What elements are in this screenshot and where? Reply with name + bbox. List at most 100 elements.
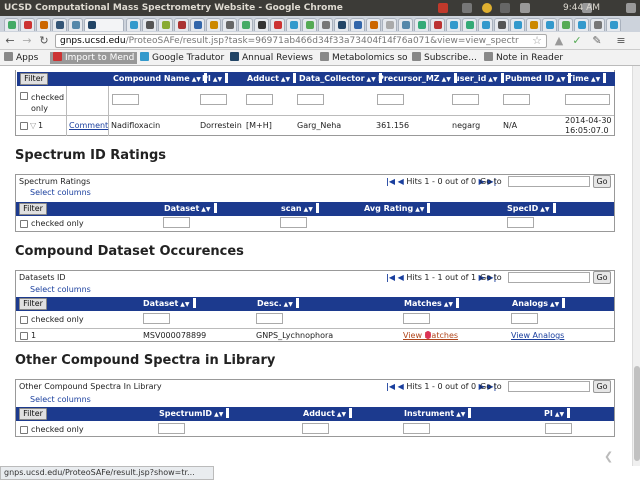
filter-compound-name-input[interactable] (112, 94, 139, 105)
keyboard-icon[interactable] (500, 3, 510, 13)
select-columns-link[interactable]: Select columns (30, 188, 91, 197)
col-precursor-mz[interactable]: Precursor_MZ ▲▼ (375, 72, 457, 86)
column-resize-handle[interactable] (456, 298, 460, 308)
tab[interactable] (590, 18, 605, 31)
filter-scan-input[interactable] (280, 217, 307, 228)
col-instrument[interactable]: Instrument ▲▼ (401, 407, 472, 421)
column-resize-handle[interactable] (603, 73, 607, 83)
row-checkbox[interactable] (20, 332, 28, 340)
row-checkbox[interactable] (20, 122, 28, 130)
goto-page-input[interactable] (508, 381, 590, 392)
col-spectrumid[interactable]: SpectrumID ▲▼ (156, 407, 230, 421)
col-dataset[interactable]: Dataset ▲▼ (140, 297, 196, 311)
goto-page-input[interactable] (508, 272, 590, 283)
tab[interactable] (526, 18, 541, 31)
mail-icon[interactable] (438, 3, 448, 13)
tab[interactable] (542, 18, 557, 31)
column-resize-handle[interactable] (552, 203, 556, 213)
col-avg-rating[interactable]: Avg Rating ▲▼ (361, 202, 431, 216)
address-bar[interactable]: gnps.ucsd.edu/ProteoSAFe/result.jsp?task… (55, 34, 547, 48)
go-button[interactable]: Go (593, 380, 611, 393)
tab[interactable] (174, 18, 189, 31)
bookmark-star-icon[interactable]: ☆ (530, 34, 544, 48)
tab[interactable] (222, 18, 237, 31)
tab[interactable] (36, 18, 51, 31)
tab[interactable] (574, 18, 589, 31)
col-data-collector[interactable]: Data_Collector ▲▼ (296, 72, 382, 86)
checked-only-checkbox[interactable] (20, 92, 28, 100)
extension-icon[interactable]: ▲ (552, 34, 566, 48)
power-icon[interactable] (626, 3, 636, 13)
filter-spectrumid-input[interactable] (158, 423, 185, 434)
column-resize-handle[interactable] (427, 203, 431, 213)
bookmark-metabolomics[interactable]: Metabolomics so (320, 52, 408, 64)
bookmark-import-to-mendeley[interactable]: Import to Mend (50, 52, 138, 64)
filter-analogs-input[interactable] (511, 313, 538, 324)
column-resize-handle[interactable] (567, 408, 571, 418)
filter-instrument-input[interactable] (403, 423, 430, 434)
tab[interactable] (68, 18, 83, 31)
filter-precursor-mz-input[interactable] (377, 94, 404, 105)
col-specid[interactable]: SpecID ▲▼ (504, 202, 556, 216)
col-compound-name[interactable]: Compound Name ▲▼ (110, 72, 207, 86)
tab[interactable] (446, 18, 461, 31)
tab[interactable] (398, 18, 413, 31)
pen-extension-icon[interactable]: ✎ (590, 34, 604, 48)
bookmark-annual-reviews[interactable]: Annual Reviews (230, 52, 313, 64)
tab[interactable] (142, 18, 157, 31)
checked-only-checkbox[interactable] (20, 220, 28, 228)
tab[interactable] (4, 18, 19, 31)
tab-active[interactable] (84, 18, 124, 31)
column-resize-handle[interactable] (192, 298, 196, 308)
filter-button[interactable]: Filter (20, 73, 48, 85)
column-resize-handle[interactable] (226, 408, 230, 418)
column-resize-handle[interactable] (295, 298, 299, 308)
tab[interactable] (430, 18, 445, 31)
filter-pi-input[interactable] (200, 94, 227, 105)
tab[interactable] (478, 18, 493, 31)
select-columns-link[interactable]: Select columns (30, 395, 91, 404)
tab[interactable] (334, 18, 349, 31)
tab[interactable] (510, 18, 525, 31)
checked-only-checkbox[interactable] (20, 426, 28, 434)
col-user-id[interactable]: user_id ▲▼ (451, 72, 504, 86)
col-pubmed-id[interactable]: Pubmed ID ▲▼ (502, 72, 572, 86)
tab[interactable] (270, 18, 285, 31)
first-page-icon[interactable]: |◀ (386, 177, 395, 186)
tab[interactable] (350, 18, 365, 31)
column-resize-handle[interactable] (213, 203, 217, 213)
col-scan[interactable]: scan ▲▼ (278, 202, 319, 216)
bookmark-apps[interactable]: Apps (4, 52, 38, 64)
col-analogs[interactable]: Analogs ▲▼ (509, 297, 566, 311)
tab[interactable] (20, 18, 35, 31)
prev-page-icon[interactable]: ◀ (398, 177, 404, 186)
row-expand-icon[interactable]: ▽ (30, 121, 36, 130)
tab[interactable] (286, 18, 301, 31)
network-icon[interactable] (520, 3, 530, 13)
back-icon[interactable]: ← (3, 34, 17, 48)
filter-matches-input[interactable] (403, 313, 430, 324)
vertical-scrollbar[interactable] (632, 66, 640, 466)
column-resize-handle[interactable] (468, 408, 472, 418)
tab[interactable] (52, 18, 67, 31)
tab[interactable] (558, 18, 573, 31)
filter-dataset-input[interactable] (163, 217, 190, 228)
column-resize-handle[interactable] (315, 203, 319, 213)
scrollbar-thumb[interactable] (634, 366, 640, 461)
tab[interactable] (238, 18, 253, 31)
col-pi[interactable]: PI ▲▼ (541, 407, 571, 421)
reload-icon[interactable]: ↻ (37, 34, 51, 48)
filter-adduct-input[interactable] (302, 423, 329, 434)
menu-icon[interactable]: ≡ (614, 34, 628, 48)
filter-button[interactable]: Filter (19, 408, 47, 420)
go-button[interactable]: Go (593, 271, 611, 284)
bookmark-note-in-reader[interactable]: Note in Reader (484, 52, 563, 64)
col-pi[interactable]: PI ▲▼ (199, 72, 229, 86)
col-adduct[interactable]: Adduct ▲▼ (300, 407, 353, 421)
chrome-icon[interactable] (482, 3, 492, 13)
col-dataset[interactable]: Dataset ▲▼ (161, 202, 217, 216)
col-matches[interactable]: Matches ▲▼ (401, 297, 460, 311)
prev-page-icon[interactable]: ◀ (398, 273, 404, 282)
filter-data-collector-input[interactable] (297, 94, 324, 105)
bookmark-subscribe[interactable]: Subscribe... (412, 52, 477, 64)
